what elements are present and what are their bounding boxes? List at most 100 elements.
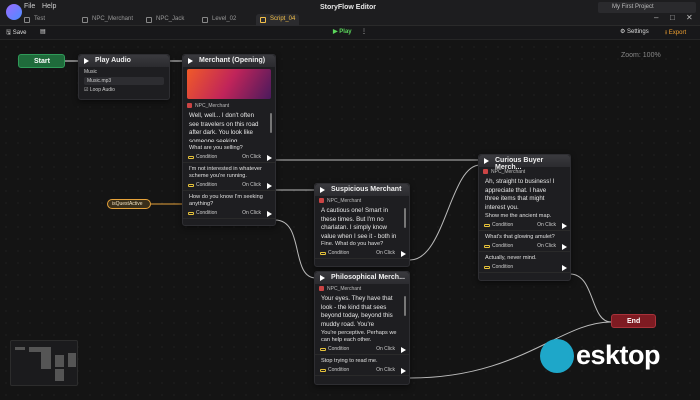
tab-label: NPC_Merchant bbox=[92, 16, 134, 22]
choice-row[interactable]: Condition bbox=[479, 263, 570, 273]
tab-label: NPC_Jack bbox=[156, 16, 185, 22]
scrollbar[interactable] bbox=[270, 113, 272, 133]
start-label: Start bbox=[34, 58, 50, 65]
end-node[interactable]: End bbox=[611, 314, 656, 328]
play-audio-node[interactable]: Play Audio Music Music.mp3 ☑ Loop Audio bbox=[78, 54, 170, 100]
dialogue-text-content: A cautious one! Smart in these times. Bu… bbox=[321, 207, 397, 238]
speaker: NPC_Merchant bbox=[183, 101, 275, 110]
speaker-name: NPC_Merchant bbox=[327, 198, 362, 204]
end-label: End bbox=[627, 318, 641, 325]
document-icon[interactable]: ▤ bbox=[40, 28, 46, 35]
choice-text: I'm not interested in whatever scheme yo… bbox=[189, 166, 262, 179]
settings-button[interactable]: ⚙ Settings bbox=[620, 28, 649, 35]
output-pin-icon[interactable] bbox=[267, 155, 272, 161]
loop-audio-checkbox[interactable]: ☑ Loop Audio bbox=[84, 87, 164, 93]
speaker: NPC_Merchant bbox=[315, 196, 409, 205]
watermark-logo-icon bbox=[540, 339, 574, 373]
app-title: StoryFlow Editor bbox=[320, 4, 376, 11]
start-node[interactable]: Start bbox=[18, 54, 65, 68]
speaker: NPC_Merchant bbox=[315, 284, 409, 293]
output-pin-icon[interactable] bbox=[267, 183, 272, 189]
trigger-label: On Click bbox=[242, 182, 261, 188]
settings-label: Settings bbox=[627, 29, 649, 35]
speaker-name: NPC_Merchant bbox=[195, 103, 230, 109]
minimap-node bbox=[55, 369, 64, 381]
minimap[interactable] bbox=[10, 340, 78, 386]
choice-text: What are you selling? bbox=[189, 145, 243, 151]
speaker: NPC_Merchant bbox=[479, 167, 570, 176]
save-button[interactable]: 🖫 Save bbox=[6, 28, 26, 38]
choice-row[interactable]: Condition On Click bbox=[479, 242, 570, 252]
dialogue-text: A cautious one! Smart in these times. Bu… bbox=[315, 205, 409, 238]
audio-field-label: Music bbox=[84, 69, 98, 75]
minimize-icon[interactable]: – bbox=[654, 13, 658, 22]
tab-script-04[interactable]: Script_04 bbox=[256, 14, 300, 26]
close-icon[interactable]: ✕ bbox=[686, 13, 693, 22]
condition-label: Condition bbox=[196, 182, 218, 188]
key-icon bbox=[188, 156, 194, 159]
choice-row[interactable]: Condition On Click bbox=[183, 181, 275, 191]
tab-npc-merchant[interactable]: NPC_Merchant bbox=[78, 14, 137, 26]
variable-name: isQuestActive bbox=[112, 201, 143, 207]
choice-row[interactable]: Condition On Click bbox=[315, 345, 409, 355]
export-button[interactable]: ⭳ Export bbox=[665, 28, 686, 38]
condition-label: Condition bbox=[492, 243, 514, 249]
speaker-icon bbox=[187, 103, 192, 108]
node-header: Curious Buyer Merch... bbox=[479, 155, 570, 171]
maximize-icon[interactable]: □ bbox=[670, 13, 675, 22]
output-pin-icon[interactable] bbox=[401, 347, 406, 353]
output-pin-icon[interactable] bbox=[562, 244, 567, 250]
audio-file-field[interactable]: Music.mp3 bbox=[84, 77, 164, 85]
choice-text: Show me the ancient map. bbox=[485, 213, 552, 219]
choice-row[interactable]: Condition On Click bbox=[183, 209, 275, 219]
output-pin-icon[interactable] bbox=[401, 251, 406, 257]
speaker-icon bbox=[483, 169, 488, 174]
quest-variable-node[interactable]: isQuestActive bbox=[107, 199, 151, 209]
output-pin-icon[interactable] bbox=[267, 211, 272, 217]
minimap-node bbox=[41, 347, 51, 369]
minimap-node bbox=[55, 355, 64, 367]
minimap-node bbox=[29, 347, 41, 352]
node-title: Philosophical Merch... bbox=[331, 274, 405, 281]
output-pin-icon[interactable] bbox=[562, 223, 567, 229]
choice-row[interactable]: Condition On Click bbox=[479, 221, 570, 231]
choice-row[interactable]: Condition On Click bbox=[315, 249, 409, 259]
node-title: Play Audio bbox=[95, 57, 131, 64]
node-header: Merchant (Opening) bbox=[183, 55, 275, 67]
toolbar: 🖫 Save ▤ ▶ Play ⋮ ⚙ Settings ⭳ Export bbox=[0, 26, 700, 40]
output-pin-icon[interactable] bbox=[401, 368, 406, 374]
speaker-icon bbox=[319, 198, 324, 203]
choice-row[interactable]: Condition On Click bbox=[183, 153, 275, 163]
key-icon bbox=[484, 266, 490, 269]
more-options-icon[interactable]: ⋮ bbox=[361, 28, 367, 35]
suspicious-merchant-node[interactable]: Suspicious Merchant NPC_Merchant A cauti… bbox=[314, 183, 410, 267]
scrollbar[interactable] bbox=[404, 208, 406, 228]
key-icon bbox=[320, 348, 326, 351]
key-icon bbox=[188, 212, 194, 215]
play-button[interactable]: ▶ Play bbox=[333, 28, 352, 35]
choice-text: How do you know I'm seeking anything? bbox=[189, 194, 263, 207]
key-icon bbox=[320, 252, 326, 255]
export-label: Export bbox=[668, 30, 687, 36]
philosophical-merchant-node[interactable]: Philosophical Merch... NPC_Merchant Your… bbox=[314, 271, 410, 385]
loop-audio-label: Loop Audio bbox=[89, 87, 115, 93]
choice-text: Fine. What do you have? bbox=[321, 241, 384, 247]
scrollbar[interactable] bbox=[404, 296, 406, 316]
project-selector[interactable]: My First Project bbox=[598, 2, 696, 13]
tab-test[interactable]: Test bbox=[20, 14, 49, 26]
save-label: Save bbox=[12, 30, 27, 36]
merchant-opening-node[interactable]: Merchant (Opening) NPC_Merchant Well, we… bbox=[182, 54, 276, 226]
play-icon bbox=[320, 187, 325, 193]
script-icon bbox=[202, 17, 208, 23]
menu-help[interactable]: Help bbox=[42, 3, 56, 10]
output-pin-icon[interactable] bbox=[562, 265, 567, 271]
tab-level-02[interactable]: Level_02 bbox=[198, 14, 240, 26]
audio-file-name: Music.mp3 bbox=[87, 78, 112, 84]
choice-text: You're perceptive. Perhaps we can help e… bbox=[321, 330, 397, 343]
curious-buyer-merchant-node[interactable]: Curious Buyer Merch... NPC_Merchant Ah, … bbox=[478, 154, 571, 281]
dialogue-text-content: Your eyes. They have that look - the kin… bbox=[321, 295, 393, 327]
tab-npc-jack[interactable]: NPC_Jack bbox=[142, 14, 188, 26]
choice-row[interactable]: Condition On Click bbox=[315, 366, 409, 376]
node-title: Merchant (Opening) bbox=[199, 57, 266, 64]
menu-file[interactable]: File bbox=[24, 3, 35, 10]
